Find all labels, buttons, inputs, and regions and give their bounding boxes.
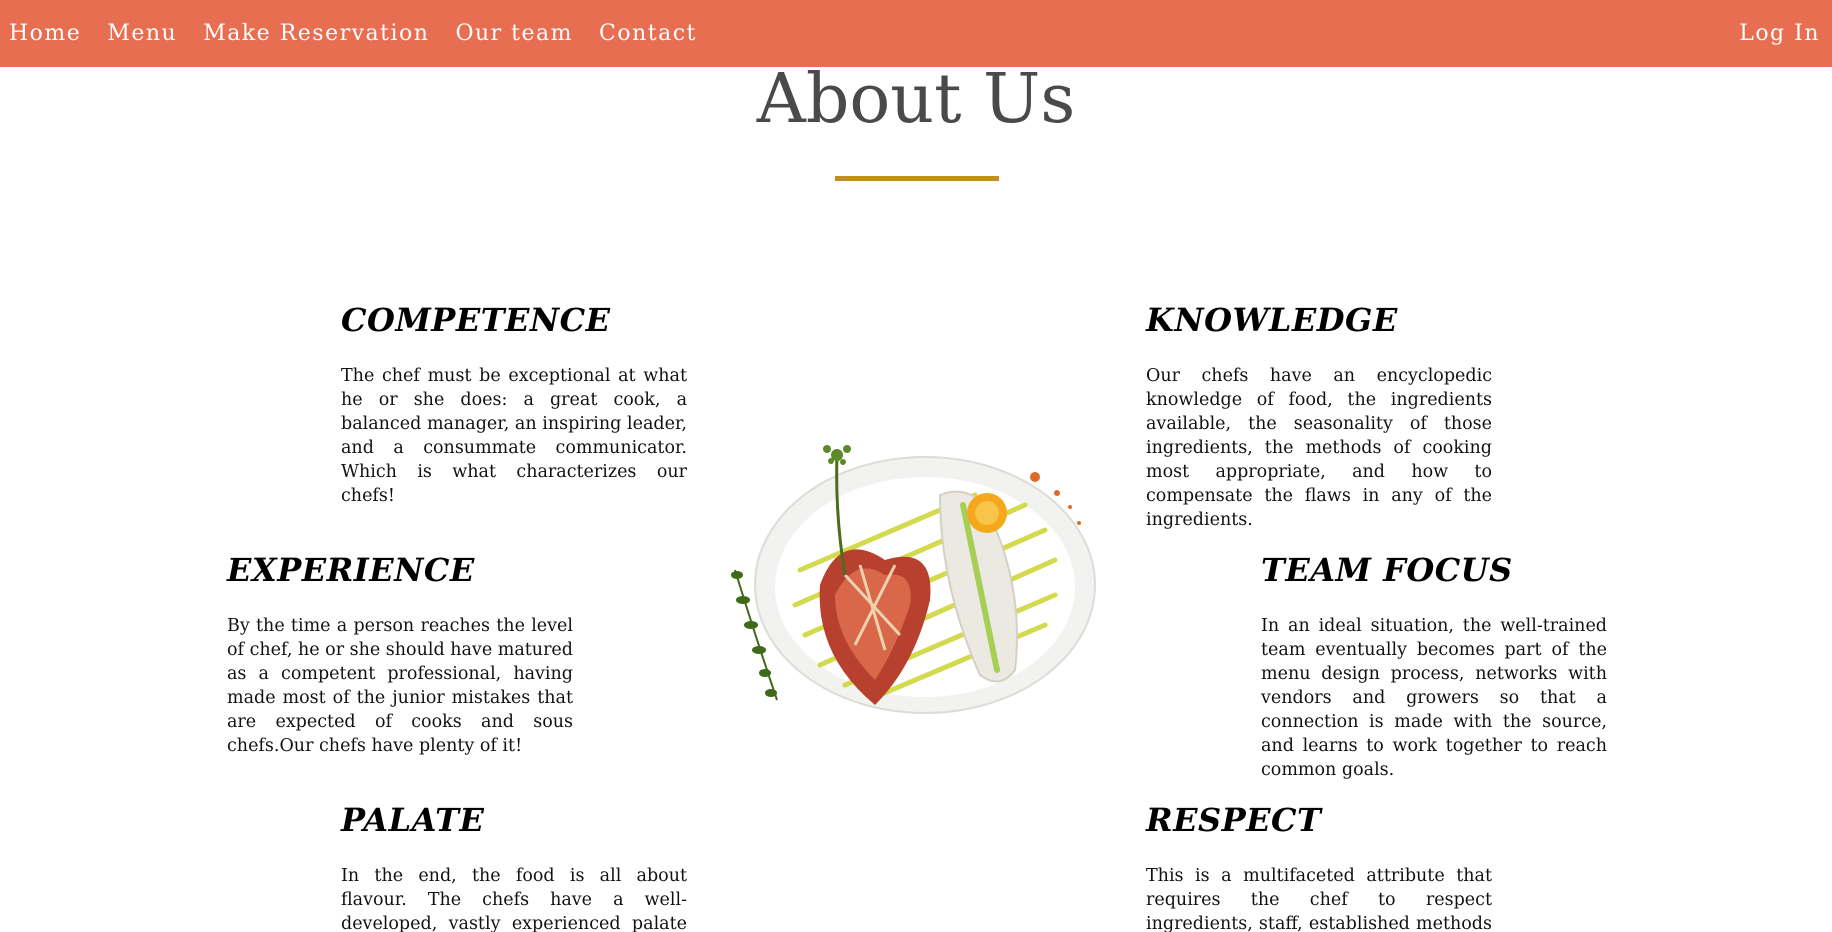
section-body: In the end, the food is all about flavou… — [341, 866, 687, 932]
nav-home-link[interactable]: Home — [9, 21, 81, 46]
nav-right: Log In — [1739, 21, 1832, 46]
section-heading: EXPERIENCE — [227, 551, 475, 589]
dish-image — [731, 445, 1096, 714]
section-experience: EXPERIENCE By the time a person reaches … — [227, 552, 573, 758]
nav-contact-link[interactable]: Contact — [599, 21, 697, 46]
section-knowledge: KNOWLEDGE Our chefs have an encyclopedic… — [1146, 302, 1492, 532]
nav-links: Home Menu Make Reservation Our team Cont… — [0, 21, 723, 46]
section-body: In an ideal situation, the well-trained … — [1261, 616, 1607, 780]
section-body: Our chefs have an encyclopedic knowledge… — [1146, 366, 1492, 530]
page-title: About Us — [756, 60, 1076, 139]
nav-make-reservation-link[interactable]: Make Reservation — [203, 21, 429, 46]
nav-our-team-link[interactable]: Our team — [455, 21, 573, 46]
section-body: The chef must be exceptional at what he … — [341, 366, 687, 506]
section-heading: KNOWLEDGE — [1146, 301, 1398, 339]
section-respect: RESPECT This is a multifaceted attribute… — [1146, 802, 1492, 932]
section-competence: COMPETENCE The chef must be exceptional … — [341, 302, 687, 508]
title-divider — [835, 176, 999, 181]
login-link[interactable]: Log In — [1739, 21, 1820, 46]
section-heading: PALATE — [341, 801, 485, 839]
nav-menu-link[interactable]: Menu — [107, 21, 177, 46]
navbar: Home Menu Make Reservation Our team Cont… — [0, 0, 1832, 67]
section-body: By the time a person reaches the level o… — [227, 616, 573, 756]
section-body: This is a multifaceted attribute that re… — [1146, 866, 1492, 932]
section-heading: TEAM FOCUS — [1261, 551, 1513, 589]
section-team-focus: TEAM FOCUS In an ideal situation, the we… — [1261, 552, 1607, 782]
section-heading: COMPETENCE — [341, 301, 611, 339]
section-palate: PALATE In the end, the food is all about… — [341, 802, 687, 932]
section-heading: RESPECT — [1146, 801, 1322, 839]
